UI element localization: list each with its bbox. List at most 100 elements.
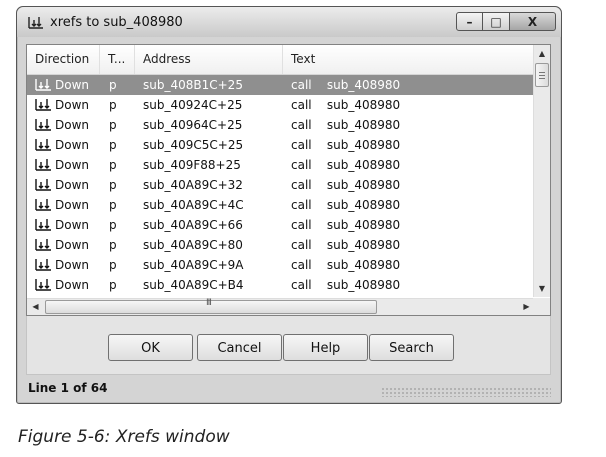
type-cell: p (109, 198, 117, 212)
text-cell: call sub_408980 (291, 258, 401, 272)
direction-cell: Down (55, 98, 90, 112)
grip-line (539, 72, 545, 73)
scroll-down-icon[interactable]: ▼ (534, 280, 550, 297)
type-cell: p (109, 178, 117, 192)
table-row[interactable]: Down p sub_40A89C+66 call sub_408980 (27, 215, 535, 235)
down-xref-icon (35, 258, 52, 272)
address-cell: sub_409C5C+25 (143, 138, 244, 152)
down-xref-icon (35, 78, 52, 92)
direction-cell: Down (55, 138, 90, 152)
direction-cell: Down (55, 258, 90, 272)
type-cell: p (109, 158, 117, 172)
down-xref-icon (35, 178, 52, 192)
help-button[interactable]: Help (283, 334, 368, 361)
window-title: xrefs to sub_408980 (50, 15, 183, 30)
down-xref-icon (35, 278, 52, 292)
table-row[interactable]: Down p sub_40A89C+B4 call sub_408980 (27, 275, 535, 295)
address-cell: sub_40A89C+4C (143, 198, 244, 212)
table-row[interactable]: Down p sub_40A89C+9A call sub_408980 (27, 255, 535, 275)
table-row[interactable]: Down p sub_40924C+25 call sub_408980 (27, 95, 535, 115)
scroll-up-icon[interactable]: ▲ (534, 45, 550, 62)
text-cell: call sub_408980 (291, 138, 401, 152)
table-row[interactable]: Down p sub_40A89C+80 call sub_408980 (27, 235, 535, 255)
column-address[interactable]: Address (135, 45, 283, 74)
text-cell: call sub_408980 (291, 98, 401, 112)
address-cell: sub_40A89C+32 (143, 178, 243, 192)
down-xref-icon (35, 198, 52, 212)
xrefs-window: xrefs to sub_408980 – □ X Direction T...… (16, 6, 562, 404)
address-cell: sub_408B1C+25 (143, 78, 243, 92)
scrollbar-corner (533, 298, 550, 315)
address-cell: sub_40A89C+B4 (143, 278, 244, 292)
table-row[interactable]: Down p sub_409C5C+25 call sub_408980 (27, 135, 535, 155)
text-cell: call sub_408980 (291, 218, 401, 232)
search-button[interactable]: Search (369, 334, 454, 361)
vertical-scroll-thumb[interactable] (535, 63, 549, 87)
address-cell: sub_409F88+25 (143, 158, 241, 172)
address-cell: sub_40924C+25 (143, 98, 243, 112)
text-cell: call sub_408980 (291, 118, 401, 132)
scroll-grip: III (206, 298, 212, 308)
direction-cell: Down (55, 198, 90, 212)
address-cell: sub_40A89C+80 (143, 238, 243, 252)
cancel-button[interactable]: Cancel (197, 334, 282, 361)
direction-cell: Down (55, 238, 90, 252)
type-cell: p (109, 258, 117, 272)
down-xref-icon (35, 118, 52, 132)
down-xref-icon (35, 138, 52, 152)
direction-cell: Down (55, 218, 90, 232)
direction-cell: Down (55, 278, 90, 292)
line-status: Line 1 of 64 (28, 381, 108, 395)
horizontal-scrollbar[interactable]: ◀ III ▶ (27, 298, 535, 315)
down-xref-icon (35, 98, 52, 112)
status-bar: Line 1 of 64 (23, 377, 555, 399)
type-cell: p (109, 118, 117, 132)
table-row[interactable]: Down p sub_40964C+25 call sub_408980 (27, 115, 535, 135)
scroll-left-icon[interactable]: ◀ (27, 299, 44, 315)
down-xref-icon (35, 238, 52, 252)
direction-cell: Down (55, 158, 90, 172)
maximize-icon: □ (490, 14, 502, 29)
type-cell: p (109, 278, 117, 292)
table-row[interactable]: Down p sub_408B1C+25 call sub_408980 (27, 75, 535, 95)
type-cell: p (109, 78, 117, 92)
column-type[interactable]: T... (100, 45, 135, 74)
column-text[interactable]: Text (283, 45, 535, 74)
address-cell: sub_40A89C+9A (143, 258, 244, 272)
grip-line (539, 78, 545, 79)
figure-caption: Figure 5-6: Xrefs window (18, 427, 230, 447)
table-row[interactable]: Down p sub_409F88+25 call sub_408980 (27, 155, 535, 175)
type-cell: p (109, 218, 117, 232)
xrefs-list[interactable]: Direction T... Address Text Down p sub_408… (26, 44, 551, 316)
maximize-button[interactable]: □ (483, 12, 510, 31)
minimize-button[interactable]: – (456, 12, 483, 31)
horizontal-scroll-thumb[interactable]: III (45, 298, 377, 314)
vertical-scrollbar[interactable]: ▲ ▼ (533, 45, 550, 297)
button-panel: OK Cancel Help Search (26, 316, 551, 375)
address-cell: sub_40A89C+66 (143, 218, 243, 232)
down-xref-icon (35, 218, 52, 232)
resize-grip-icon[interactable] (381, 387, 551, 397)
text-cell: call sub_408980 (291, 78, 401, 92)
direction-cell: Down (55, 118, 90, 132)
list-header: Direction T... Address Text (27, 45, 535, 75)
text-cell: call sub_408980 (291, 198, 401, 212)
table-row[interactable]: Down p sub_40A89C+4C call sub_408980 (27, 195, 535, 215)
direction-cell: Down (55, 178, 90, 192)
title-bar[interactable]: xrefs to sub_408980 – □ X (17, 7, 561, 37)
address-cell: sub_40964C+25 (143, 118, 243, 132)
text-cell: call sub_408980 (291, 178, 401, 192)
type-cell: p (109, 98, 117, 112)
close-button[interactable]: X (510, 12, 556, 31)
type-cell: p (109, 138, 117, 152)
type-cell: p (109, 238, 117, 252)
down-xref-icon (35, 158, 52, 172)
text-cell: call sub_408980 (291, 278, 401, 292)
ok-button[interactable]: OK (108, 334, 193, 361)
text-cell: call sub_408980 (291, 158, 401, 172)
minimize-icon: – (466, 14, 473, 29)
column-direction[interactable]: Direction (27, 45, 100, 74)
grip-line (539, 75, 545, 76)
table-row[interactable]: Down p sub_40A89C+32 call sub_408980 (27, 175, 535, 195)
window-controls: – □ X (456, 12, 556, 32)
